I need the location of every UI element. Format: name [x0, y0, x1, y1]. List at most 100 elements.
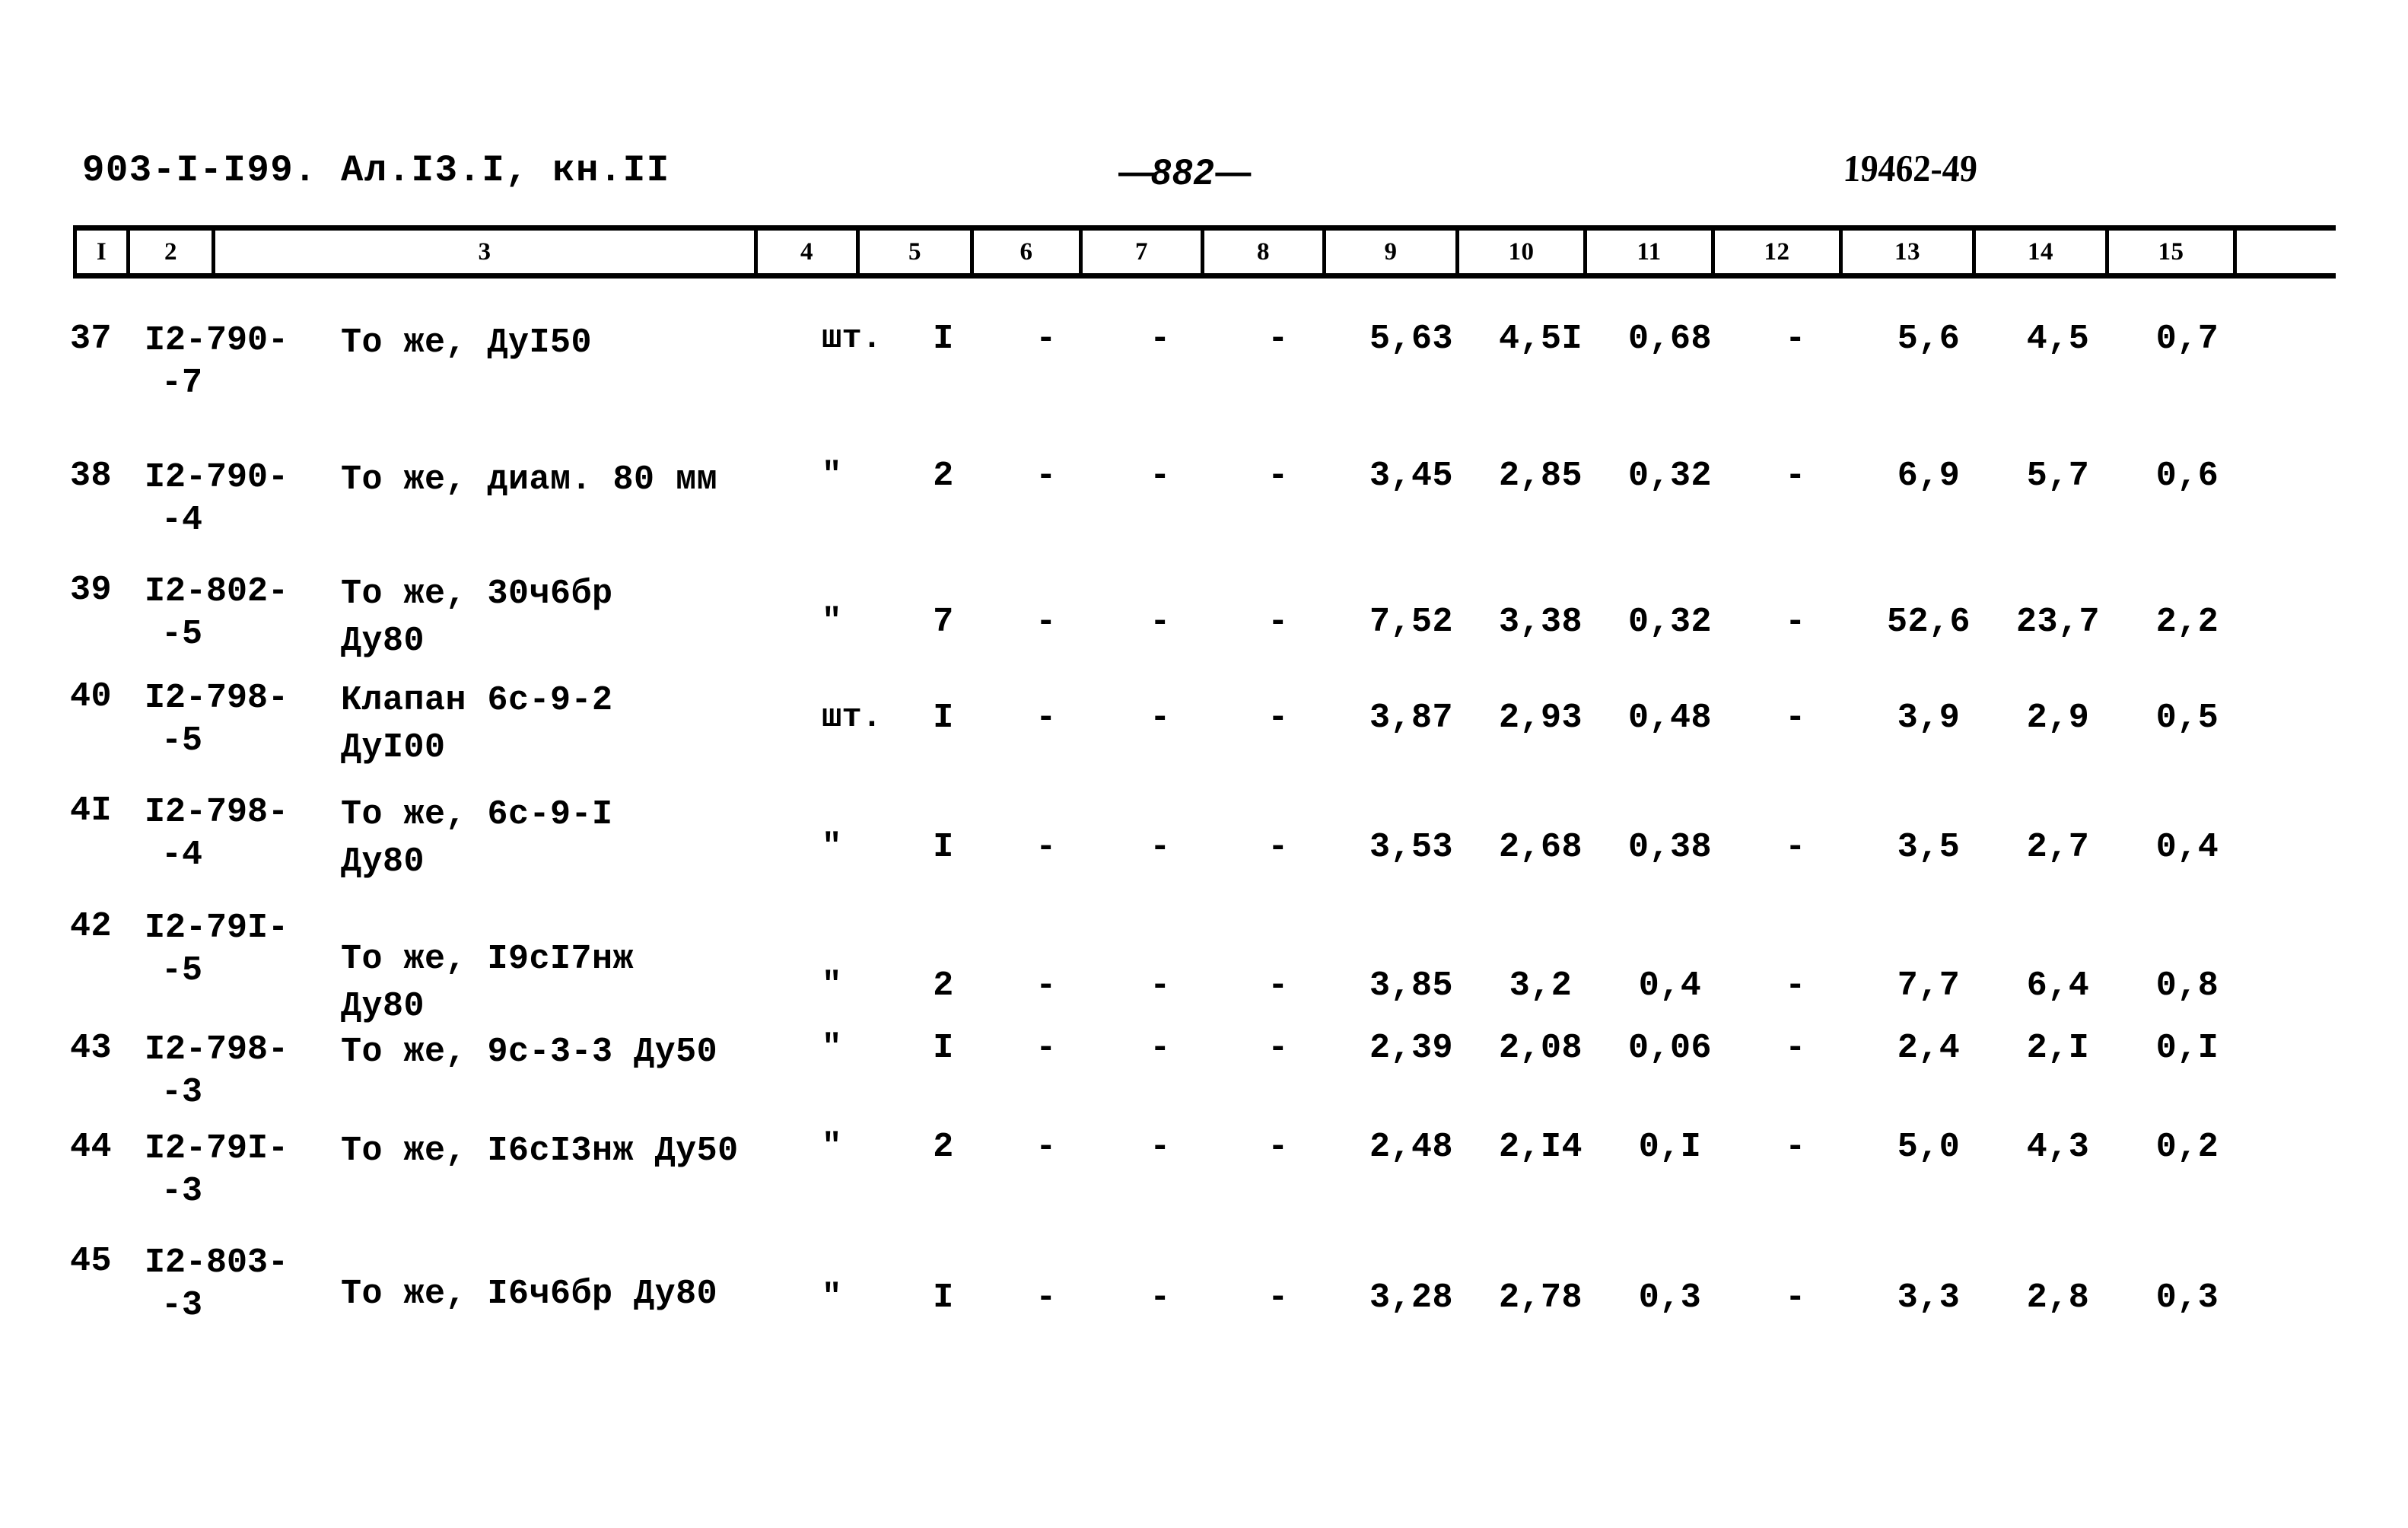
row-value-column-9: 7,52 — [1369, 603, 1454, 641]
row-description: То же, I9сI7нж Ду80 — [341, 936, 634, 1030]
description-line-1: То же, 9с-3-3 Ду50 — [341, 1033, 718, 1071]
catalogue-code-line-2: -5 — [161, 721, 203, 760]
table-row: 38 I2-790- -4 То же, диам. 80 мм " 2 - - - 3,45 2,… — [0, 457, 2408, 571]
row-position-number: 4I — [70, 791, 113, 830]
row-unit-of-measure: шт. — [822, 320, 883, 358]
row-value-column-6: - — [1035, 1278, 1057, 1317]
row-value-column-13: 3,9 — [1897, 699, 1961, 737]
row-value-column-15: 0,I — [2155, 1029, 2219, 1068]
row-value-column-6: - — [1035, 828, 1057, 867]
row-value-column-13: 3,3 — [1897, 1278, 1961, 1317]
column-header-4: 4 — [758, 231, 860, 273]
row-value-column-6: - — [1035, 457, 1057, 495]
row-value-column-11: 0,48 — [1627, 699, 1713, 737]
archive-stamp-number: 19462-49 — [1842, 147, 1979, 189]
column-header-10: 10 — [1459, 231, 1587, 273]
row-value-column-5: 2 — [933, 457, 954, 495]
description-line-1: То же, диам. 80 мм — [341, 460, 718, 499]
row-value-column-6: - — [1035, 320, 1057, 358]
row-value-column-5: I — [933, 320, 954, 358]
row-description: То же, ДуI50 — [341, 320, 592, 367]
row-value-column-8: - — [1268, 828, 1289, 867]
row-value-column-10: 2,85 — [1498, 457, 1583, 495]
row-value-column-7: - — [1150, 1128, 1171, 1167]
table-row: 45 I2-803- -3 То же, I6ч6бр Ду80 " I - - - 3,28 2,… — [0, 1242, 2408, 1356]
description-line-1: Клапан 6с-9-2 — [341, 681, 613, 720]
column-header-1: I — [73, 231, 130, 273]
row-value-column-7: - — [1150, 1278, 1171, 1317]
catalogue-code-line-1: I2-79I- — [145, 909, 289, 947]
column-header-7: 7 — [1083, 231, 1204, 273]
row-value-column-7: - — [1150, 603, 1171, 641]
row-value-column-11: 0,68 — [1627, 320, 1713, 358]
row-value-column-6: - — [1035, 1029, 1057, 1068]
table-row: 37 I2-790- -7 То же, ДуI50 шт. I - - - 5,63 4,5I 0,… — [0, 320, 2408, 434]
row-value-column-7: - — [1150, 457, 1171, 495]
row-value-column-10: 2,68 — [1498, 828, 1583, 867]
catalogue-code-line-1: I2-79I- — [145, 1129, 289, 1168]
column-header-6: 6 — [974, 231, 1083, 273]
row-value-column-13: 5,6 — [1897, 320, 1961, 358]
row-value-column-5: I — [933, 699, 954, 737]
column-header-3: 3 — [215, 231, 758, 273]
row-description: То же, диам. 80 мм — [341, 457, 717, 504]
row-value-column-10: 3,38 — [1498, 603, 1583, 641]
column-header-15: 15 — [2109, 231, 2237, 273]
row-value-column-5: 2 — [933, 1128, 954, 1167]
row-position-number: 37 — [70, 320, 113, 358]
row-value-column-15: 0,4 — [2155, 828, 2219, 867]
table-row: 44 I2-79I- -3 То же, I6сI3нж Ду50 " 2 - - - 2,48 2… — [0, 1128, 2408, 1242]
description-line-2: Ду80 — [341, 987, 425, 1026]
row-value-column-7: - — [1150, 1029, 1171, 1068]
description-line-1: То же, 30ч6бр — [341, 575, 613, 613]
row-value-column-14: 4,3 — [2026, 1128, 2090, 1167]
row-value-column-14: 4,5 — [2026, 320, 2090, 358]
row-value-column-14: 6,4 — [2026, 966, 2090, 1005]
column-header-13: 13 — [1843, 231, 1976, 273]
row-position-number: 42 — [70, 907, 113, 946]
row-value-column-13: 6,9 — [1897, 457, 1961, 495]
row-value-column-13: 3,5 — [1897, 828, 1961, 867]
row-value-column-11: 0,32 — [1627, 457, 1713, 495]
row-value-column-6: - — [1035, 603, 1057, 641]
row-description: То же, 6с-9-I Ду80 — [341, 791, 613, 886]
row-value-column-14: 2,I — [2026, 1029, 2090, 1068]
catalogue-code-line-2: -3 — [161, 1172, 203, 1211]
page-number-block: —882— — [1118, 151, 1251, 193]
column-header-11: 11 — [1587, 231, 1715, 273]
row-position-number: 40 — [70, 677, 113, 716]
page-number-dash-right: — — [1215, 151, 1251, 192]
row-position-number: 45 — [70, 1242, 113, 1281]
row-value-column-10: 2,08 — [1498, 1029, 1583, 1068]
row-value-column-8: - — [1268, 699, 1289, 737]
row-value-column-13: 52,6 — [1886, 603, 1971, 641]
row-description: То же, I6сI3нж Ду50 — [341, 1128, 739, 1175]
catalogue-code-line-1: I2-798- — [145, 1030, 289, 1069]
row-description: Клапан 6с-9-2 ДуI00 — [341, 677, 613, 772]
row-value-column-14: 2,9 — [2026, 699, 2090, 737]
row-position-number: 38 — [70, 457, 113, 495]
catalogue-code-line-2: -5 — [161, 951, 203, 990]
row-value-column-8: - — [1268, 1278, 1289, 1317]
row-value-column-10: 4,5I — [1498, 320, 1583, 358]
row-catalogue-code: I2-798- -4 — [145, 791, 288, 877]
row-value-column-15: 0,3 — [2155, 1278, 2219, 1317]
row-value-column-11: 0,3 — [1638, 1278, 1702, 1317]
row-unit-of-measure: " — [822, 828, 842, 866]
row-catalogue-code: I2-803- -3 — [145, 1242, 288, 1327]
row-position-number: 44 — [70, 1128, 113, 1167]
row-value-column-11: 0,32 — [1627, 603, 1713, 641]
row-value-column-15: 0,5 — [2155, 699, 2219, 737]
row-value-column-12: - — [1785, 457, 1806, 495]
row-value-column-12: - — [1785, 699, 1806, 737]
row-value-column-8: - — [1268, 457, 1289, 495]
catalogue-code-line-2: -7 — [161, 364, 203, 403]
row-catalogue-code: I2-798- -3 — [145, 1029, 288, 1114]
row-value-column-6: - — [1035, 966, 1057, 1005]
row-value-column-7: - — [1150, 966, 1171, 1005]
row-value-column-8: - — [1268, 1029, 1289, 1068]
row-value-column-8: - — [1268, 603, 1289, 641]
row-value-column-11: 0,I — [1638, 1128, 1702, 1167]
row-description: То же, I6ч6бр Ду80 — [341, 1271, 717, 1318]
row-value-column-10: 2,93 — [1498, 699, 1583, 737]
